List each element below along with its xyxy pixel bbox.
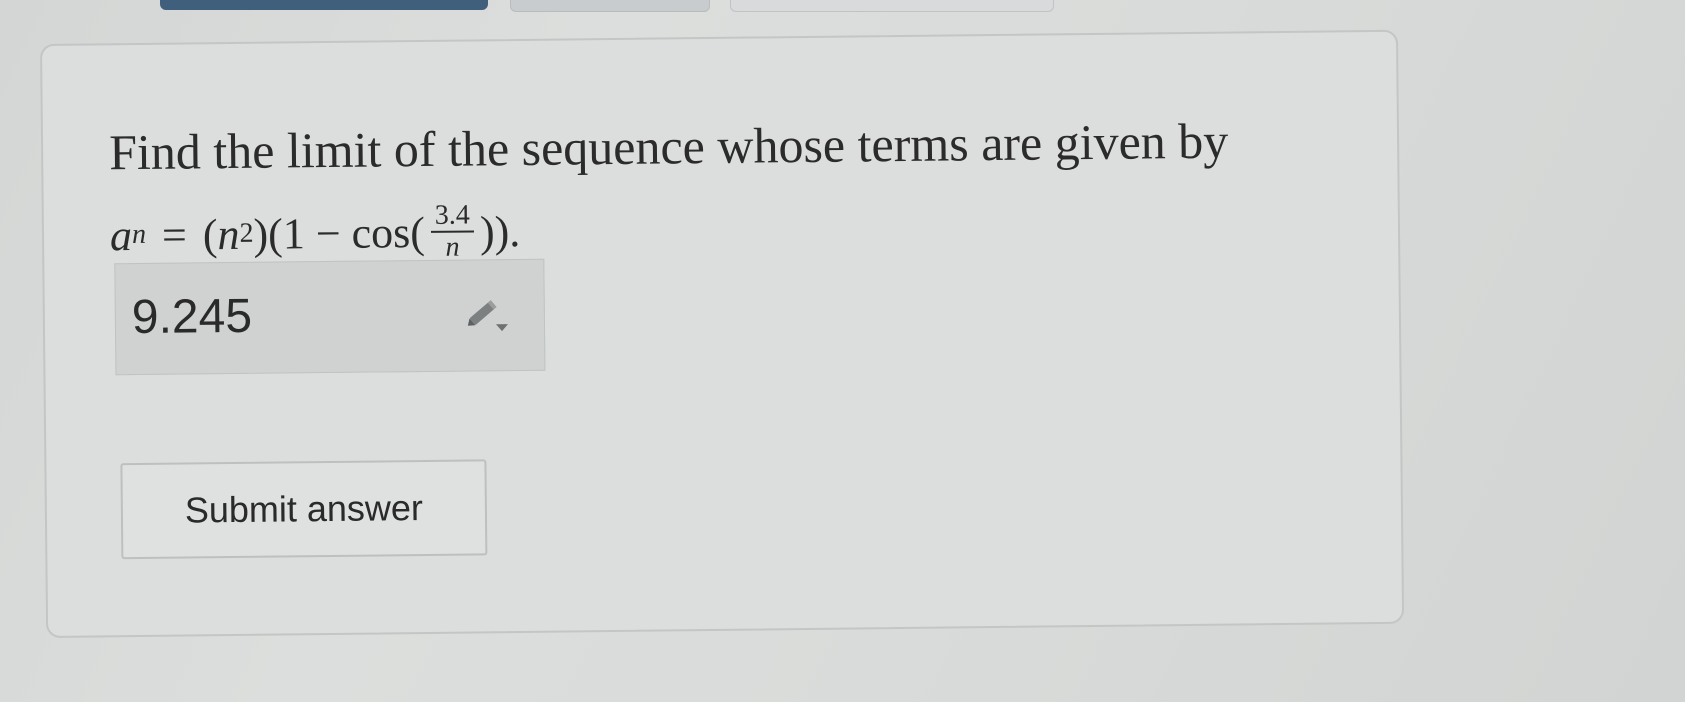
formula-exponent: 2 <box>239 217 254 249</box>
submit-answer-button[interactable]: Submit answer <box>120 459 488 560</box>
formula-equals: = <box>161 209 188 260</box>
answer-value: 9.245 <box>131 289 253 345</box>
fraction-numerator: 3.4 <box>430 200 474 233</box>
top-tab-strip <box>0 0 1685 14</box>
formula-cos-prefix: (1 − cos( <box>267 207 426 259</box>
fraction-denominator: n <box>445 231 460 263</box>
active-tab[interactable] <box>160 0 488 10</box>
formula-fraction: 3.4 n <box>430 200 475 263</box>
tab-2[interactable] <box>510 0 710 12</box>
formula-open-paren: ( <box>202 209 218 259</box>
answer-input[interactable]: 9.245 <box>114 258 546 376</box>
formula-suffix: )). <box>479 206 521 256</box>
tab-3[interactable] <box>730 0 1054 12</box>
question-card: Find the limit of the sequence whose ter… <box>40 29 1405 638</box>
formula-base: n <box>217 209 240 259</box>
question-text: Find the limit of the sequence whose ter… <box>108 112 1229 181</box>
pencil-dropdown-icon[interactable] <box>464 294 514 335</box>
formula-subscript: n <box>131 218 147 251</box>
formula-var: a <box>109 210 133 260</box>
formula-close-paren: ) <box>253 209 269 259</box>
